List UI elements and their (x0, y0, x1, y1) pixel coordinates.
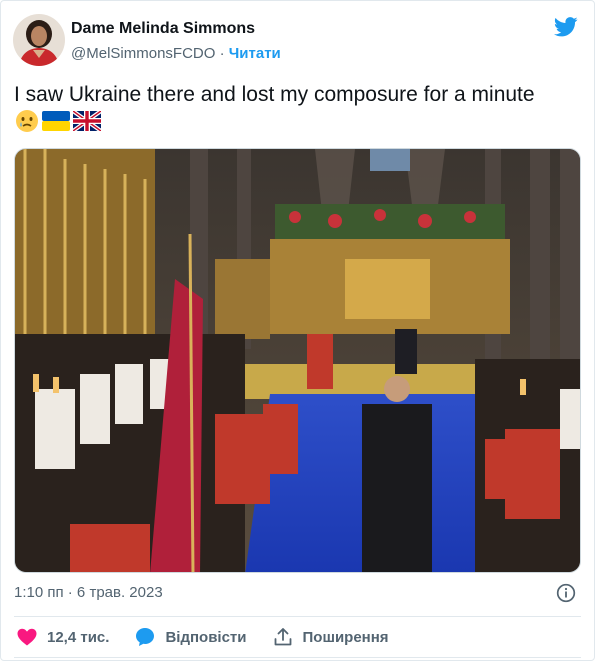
emoji-row (15, 109, 101, 133)
share-label: Поширення (302, 628, 389, 646)
heart-icon (17, 628, 37, 646)
reply-bubble-icon (136, 628, 155, 646)
avatar-image (13, 14, 65, 66)
reply-button[interactable]: Відповісти (135, 627, 247, 647)
author-handle[interactable]: @MelSimmonsFCDO (71, 45, 215, 62)
tweet-text: I saw Ukraine there and lost my composur… (14, 83, 535, 106)
author-block: Dame Melinda Simmons @MelSimmonsFCDO · Ч… (71, 19, 281, 64)
ukraine-flag-icon (42, 111, 70, 131)
photo-coronation-abbey (15, 149, 580, 572)
share-icon (274, 628, 291, 646)
like-count: 12,4 тис. (47, 628, 110, 646)
tweet-photo[interactable] (14, 148, 581, 573)
bottom-divider (14, 657, 581, 658)
twitter-bird-icon[interactable] (554, 17, 578, 37)
share-button[interactable]: Поширення (273, 627, 389, 647)
author-name[interactable]: Dame Melinda Simmons (71, 19, 281, 39)
timestamp[interactable]: 1:10 пп · 6 трав. 2023 (14, 584, 163, 601)
author-handle-line: @MelSimmonsFCDO · Читати (71, 44, 281, 64)
reply-label: Відповісти (165, 628, 247, 646)
separator-dot: · (219, 45, 225, 62)
like-button[interactable]: 12,4 тис. (17, 628, 109, 646)
uk-flag-icon (73, 111, 101, 131)
info-icon[interactable] (556, 583, 576, 603)
crying-face-icon (16, 110, 38, 132)
action-bar: 12,4 тис. Відповісти Поширення (17, 627, 415, 647)
follow-link[interactable]: Читати (229, 45, 281, 62)
avatar[interactable] (13, 14, 65, 66)
tweet-card: Dame Melinda Simmons @MelSimmonsFCDO · Ч… (0, 0, 595, 661)
divider (14, 616, 581, 617)
